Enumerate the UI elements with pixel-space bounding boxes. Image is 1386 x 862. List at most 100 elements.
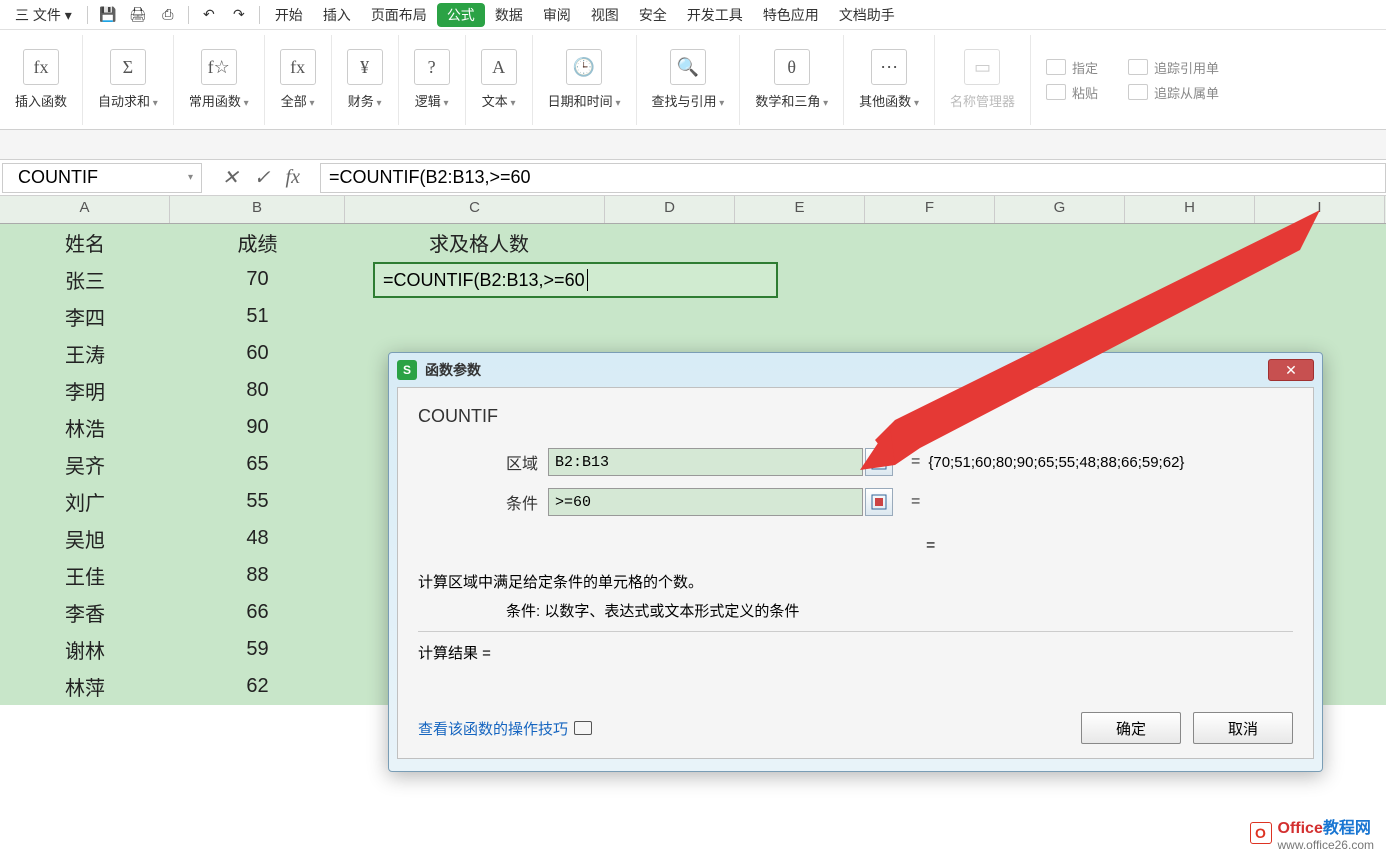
cell[interactable]: 李四 xyxy=(0,298,170,335)
fx-icon: fx xyxy=(280,49,316,85)
financial-button[interactable]: ¥财务 xyxy=(332,35,399,125)
tab-layout[interactable]: 页面布局 xyxy=(361,2,437,28)
logic-button[interactable]: ?逻辑 xyxy=(399,35,466,125)
cell[interactable]: 60 xyxy=(170,335,345,372)
tab-security[interactable]: 安全 xyxy=(629,2,677,28)
col-E[interactable]: E xyxy=(735,196,865,223)
cell[interactable]: 48 xyxy=(170,520,345,557)
tab-data[interactable]: 数据 xyxy=(485,2,533,28)
wps-logo-icon: S xyxy=(397,360,417,380)
theta-icon: θ xyxy=(774,49,810,85)
cell-B1[interactable]: 成绩 xyxy=(170,224,345,261)
all-functions-button[interactable]: fx全部 xyxy=(265,35,332,125)
cell[interactable]: 51 xyxy=(170,298,345,335)
cell-A1[interactable]: 姓名 xyxy=(0,224,170,261)
question-icon: ? xyxy=(414,49,450,85)
tab-devtools[interactable]: 开发工具 xyxy=(677,2,753,28)
cell[interactable]: 王佳 xyxy=(0,557,170,594)
range-picker-button[interactable] xyxy=(865,448,893,476)
cell[interactable]: 66 xyxy=(170,594,345,631)
tab-special[interactable]: 特色应用 xyxy=(753,2,829,28)
common-functions-button[interactable]: f☆常用函数 xyxy=(174,35,265,125)
tab-formula[interactable]: 公式 xyxy=(437,3,485,27)
office-logo-icon: O xyxy=(1250,822,1272,844)
text-cursor xyxy=(587,269,588,291)
col-A[interactable]: A xyxy=(0,196,170,223)
col-C[interactable]: C xyxy=(345,196,605,223)
math-button[interactable]: θ数学和三角 xyxy=(740,35,844,125)
cancel-icon[interactable]: ✕ xyxy=(222,165,239,190)
col-B[interactable]: B xyxy=(170,196,345,223)
function-description: 计算区域中满足给定条件的单元格的个数。 xyxy=(418,571,1293,592)
cell[interactable]: 李香 xyxy=(0,594,170,631)
col-H[interactable]: H xyxy=(1125,196,1255,223)
column-headers[interactable]: A B C D E F G H I J xyxy=(0,196,1386,224)
cancel-button[interactable]: 取消 xyxy=(1193,712,1293,744)
cell[interactable]: 刘广 xyxy=(0,483,170,520)
dialog-body: COUNTIF 区域 = {70;51;60;80;90;65;55;48;88… xyxy=(397,387,1314,759)
close-button[interactable]: ✕ xyxy=(1268,359,1314,381)
cell[interactable]: 80 xyxy=(170,372,345,409)
preview-icon[interactable]: ⎙ xyxy=(156,3,180,27)
ribbon: fx插入函数 Σ自动求和 f☆常用函数 fx全部 ¥财务 ?逻辑 A文本 🕒日期… xyxy=(0,30,1386,130)
equals-label: = xyxy=(911,493,920,511)
ok-button[interactable]: 确定 xyxy=(1081,712,1181,744)
file-menu[interactable]: 三 文件 ▾ xyxy=(5,2,82,28)
other-functions-button[interactable]: ⋯其他函数 xyxy=(844,35,935,125)
cell[interactable]: 59 xyxy=(170,631,345,668)
result-label: 计算结果 = xyxy=(418,642,1293,663)
name-box[interactable]: COUNTIF xyxy=(2,163,202,193)
criteria-picker-button[interactable] xyxy=(865,488,893,516)
insert-function-button[interactable]: fx插入函数 xyxy=(0,35,83,125)
active-cell-C2[interactable]: =COUNTIF(B2:B13,>=60 xyxy=(373,262,778,298)
cell[interactable]: 吴旭 xyxy=(0,520,170,557)
undo-icon[interactable]: ↶ xyxy=(197,3,221,27)
cell[interactable]: 李明 xyxy=(0,372,170,409)
cell[interactable]: 谢林 xyxy=(0,631,170,668)
header-row[interactable]: 姓名 成绩 求及格人数 xyxy=(0,224,1386,261)
cell[interactable]: 65 xyxy=(170,446,345,483)
separator xyxy=(188,6,189,24)
cell[interactable]: 林萍 xyxy=(0,668,170,705)
cell[interactable]: 55 xyxy=(170,483,345,520)
cell[interactable]: 王涛 xyxy=(0,335,170,372)
dialog-titlebar[interactable]: S 函数参数 ✕ xyxy=(389,353,1322,387)
cell[interactable]: 70 xyxy=(170,261,345,298)
result-equals: = xyxy=(926,537,1293,555)
col-D[interactable]: D xyxy=(605,196,735,223)
print-icon[interactable]: 🖨 xyxy=(126,3,150,27)
search-icon: 🔍 xyxy=(670,49,706,85)
lookup-button[interactable]: 🔍查找与引用 xyxy=(637,35,741,125)
tab-dochelper[interactable]: 文档助手 xyxy=(829,2,905,28)
param-input-criteria[interactable] xyxy=(548,488,863,516)
cell[interactable]: 62 xyxy=(170,668,345,705)
table-row[interactable]: 李四51 xyxy=(0,298,1386,335)
accept-icon[interactable]: ✓ xyxy=(254,165,271,190)
redo-icon[interactable]: ↷ xyxy=(227,3,251,27)
cell[interactable]: 88 xyxy=(170,557,345,594)
cell[interactable]: 林浩 xyxy=(0,409,170,446)
tab-start[interactable]: 开始 xyxy=(265,2,313,28)
tab-view[interactable]: 视图 xyxy=(581,2,629,28)
tab-insert[interactable]: 插入 xyxy=(313,2,361,28)
cell[interactable]: 90 xyxy=(170,409,345,446)
save-icon[interactable]: 💾 xyxy=(96,3,120,27)
dialog-footer: 查看该函数的操作技巧 确定 取消 xyxy=(418,712,1293,744)
param-input-range[interactable] xyxy=(548,448,863,476)
trace-icon xyxy=(1128,84,1148,100)
assign-button: 指定 xyxy=(1046,58,1098,77)
star-fx-icon: f☆ xyxy=(201,49,237,85)
col-G[interactable]: G xyxy=(995,196,1125,223)
cell-C1[interactable]: 求及格人数 xyxy=(345,224,605,261)
autosum-button[interactable]: Σ自动求和 xyxy=(83,35,174,125)
tab-review[interactable]: 审阅 xyxy=(533,2,581,28)
col-I[interactable]: I xyxy=(1255,196,1385,223)
text-button[interactable]: A文本 xyxy=(466,35,533,125)
cell[interactable]: 张三 xyxy=(0,261,170,298)
fx-icon[interactable]: fx xyxy=(286,166,300,189)
col-F[interactable]: F xyxy=(865,196,995,223)
datetime-button[interactable]: 🕒日期和时间 xyxy=(533,35,637,125)
help-link[interactable]: 查看该函数的操作技巧 xyxy=(418,718,592,739)
cell[interactable]: 吴齐 xyxy=(0,446,170,483)
formula-input[interactable]: =COUNTIF(B2:B13,>=60 xyxy=(320,163,1386,193)
